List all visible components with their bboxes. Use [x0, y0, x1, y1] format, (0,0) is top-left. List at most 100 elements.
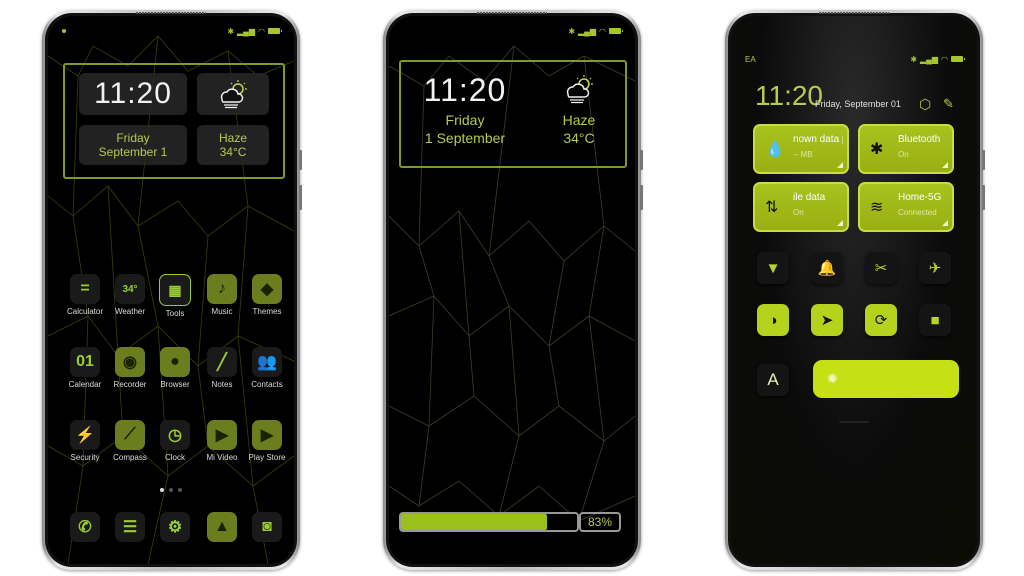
tile-bluetooth[interactable]: ✱ Bluetooth On [858, 124, 954, 174]
notification-dot [62, 29, 66, 33]
drag-handle[interactable] [839, 421, 869, 423]
play-store-icon: ▶ [252, 420, 282, 450]
widget-day: Friday [445, 112, 485, 128]
app-mi-video[interactable]: ▶ Mi Video [199, 420, 245, 462]
app-label: Tools [165, 309, 185, 318]
signal-icon: ▂▄▆ [920, 54, 939, 64]
signal-icon: ▂▄▆ [237, 26, 256, 36]
page-indicator[interactable] [160, 488, 182, 492]
video-icon: ▶ [207, 420, 237, 450]
tile-title: Home-5G [898, 192, 942, 203]
app-label: Browser [160, 380, 190, 389]
toggle-screenshot[interactable]: ✂ [865, 252, 897, 284]
gallery-icon: ▲ [207, 512, 237, 542]
dock-messages[interactable]: ☰ [107, 512, 153, 542]
app-tools[interactable]: ▦ Tools [152, 274, 198, 318]
app-label: Recorder [113, 380, 147, 389]
wifi-icon: ◠ [599, 26, 606, 36]
clock-weather-widget[interactable]: 11:20 Friday September 1 Haze 34°C [63, 63, 285, 179]
speaker-grille [136, 12, 206, 14]
wifi-icon: ◠ [258, 26, 265, 36]
page-dot[interactable] [160, 488, 164, 492]
time-cell: 11:20 [79, 73, 187, 115]
mobile-data-icon: ⇅ [765, 199, 779, 216]
app-label: Music [211, 307, 233, 316]
page-dot[interactable] [178, 488, 182, 492]
tile-subtitle: On [793, 208, 804, 217]
app-clock[interactable]: ◷ Clock [152, 420, 198, 462]
phone-lock-screen: ✱ ▂▄▆ ◠ 11:20 Friday 1 September Haze 34… [383, 10, 643, 570]
app-play-store[interactable]: ▶ Play Store [244, 420, 290, 462]
app-label: Security [70, 453, 100, 462]
app-contacts[interactable]: 👥 Contacts [244, 347, 290, 389]
widget-time: 11:20 [94, 77, 172, 110]
data-drop-icon: 💧 [765, 141, 785, 158]
tile-mobile-data[interactable]: ⇅ ile data On [753, 182, 849, 232]
battery-percent: 83% [579, 512, 621, 532]
flashlight-icon: ▼ [765, 259, 781, 277]
weather-condition: Haze [562, 112, 596, 128]
tile-wifi[interactable]: ≋ Home-5G Connected [858, 182, 954, 232]
tile-data-drop[interactable]: 💧 nown data pla -- MB [753, 124, 849, 174]
app-label: Themes [252, 307, 282, 316]
clock-weather-widget[interactable]: 11:20 Friday 1 September Haze 34°C [399, 60, 627, 168]
screenshot-icon: ✂ [874, 260, 888, 277]
toggle-flashlight[interactable]: ▼ [757, 252, 789, 284]
expand-corner-icon[interactable] [942, 162, 948, 168]
app-compass[interactable]: ⟋ Compass [107, 420, 153, 462]
toggle-airplane[interactable]: ✈ [919, 252, 951, 284]
app-calculator[interactable]: = Calculator [62, 274, 108, 316]
toggle-rotation-lock[interactable]: ⟳ [865, 304, 897, 336]
app-weather[interactable]: 34° Weather [107, 274, 153, 316]
status-bar: ✱ ▂▄▆ ◠ [403, 26, 623, 36]
dock-phone[interactable]: ✆ [62, 512, 108, 542]
toggle-dark-mode[interactable]: ◑ [757, 304, 789, 336]
expand-corner-icon[interactable] [942, 220, 948, 226]
volume-button [299, 150, 302, 170]
app-browser[interactable]: ● Browser [152, 347, 198, 389]
toggle-ringer[interactable]: 🔔 [811, 252, 843, 284]
app-recorder[interactable]: ◉ Recorder [107, 347, 153, 389]
phone-control-center: EA ✱ ▂▄▆ ◠ 11:20 Friday, September 01 ⬡ … [725, 10, 985, 570]
dock-gallery[interactable]: ▲ [199, 512, 245, 542]
battery-icon [609, 28, 623, 34]
tools-icon: ▦ [159, 274, 191, 306]
expand-corner-icon[interactable] [837, 220, 843, 226]
cloud-sun-icon [566, 75, 593, 104]
tile-title: ile data [793, 192, 826, 203]
auto-brightness-button[interactable]: A [757, 364, 789, 396]
notes-icon: ╱ [207, 347, 237, 377]
location-icon: ➤ [820, 312, 834, 329]
app-label: Contacts [251, 380, 283, 389]
carrier-label: EA [745, 54, 756, 64]
speaker-grille [819, 12, 889, 14]
app-themes[interactable]: ◆ Themes [244, 274, 290, 316]
date-cell: Friday September 1 [79, 125, 187, 165]
toggle-screen-record[interactable]: ■ [919, 304, 951, 336]
weather-icon: 34° [115, 274, 145, 304]
edit-icon[interactable]: ✎ [943, 96, 954, 112]
app-calendar[interactable]: 01 Calendar [62, 347, 108, 389]
clock-icon: ◷ [160, 420, 190, 450]
expand-corner-icon[interactable] [837, 162, 843, 168]
settings-icon[interactable]: ⬡ [919, 96, 931, 113]
app-security[interactable]: ⚡ Security [62, 420, 108, 462]
dock-settings[interactable]: ⚙ [152, 512, 198, 542]
app-music[interactable]: ♪ Music [199, 274, 245, 316]
toggle-location[interactable]: ➤ [811, 304, 843, 336]
phone-home-screen: ✱ ▂▄▆ ◠ 11:20 Friday September 1 Haze 34… [42, 10, 302, 570]
dock-camera[interactable]: ◙ [244, 512, 290, 542]
tile-subtitle: On [898, 150, 909, 159]
page-dot[interactable] [169, 488, 173, 492]
app-label: Compass [113, 453, 147, 462]
app-notes[interactable]: ╱ Notes [199, 347, 245, 389]
calculator-icon: = [70, 274, 100, 304]
security-icon: ⚡ [70, 420, 100, 450]
app-label: Clock [164, 453, 185, 462]
power-button [299, 185, 302, 210]
brightness-slider[interactable]: ✺ [813, 360, 959, 398]
weather-cell: Haze 34°C [197, 125, 269, 165]
camera-icon: ◙ [252, 512, 282, 542]
tile-subtitle: -- MB [793, 150, 813, 159]
settings-icon: ⚙ [160, 512, 190, 542]
